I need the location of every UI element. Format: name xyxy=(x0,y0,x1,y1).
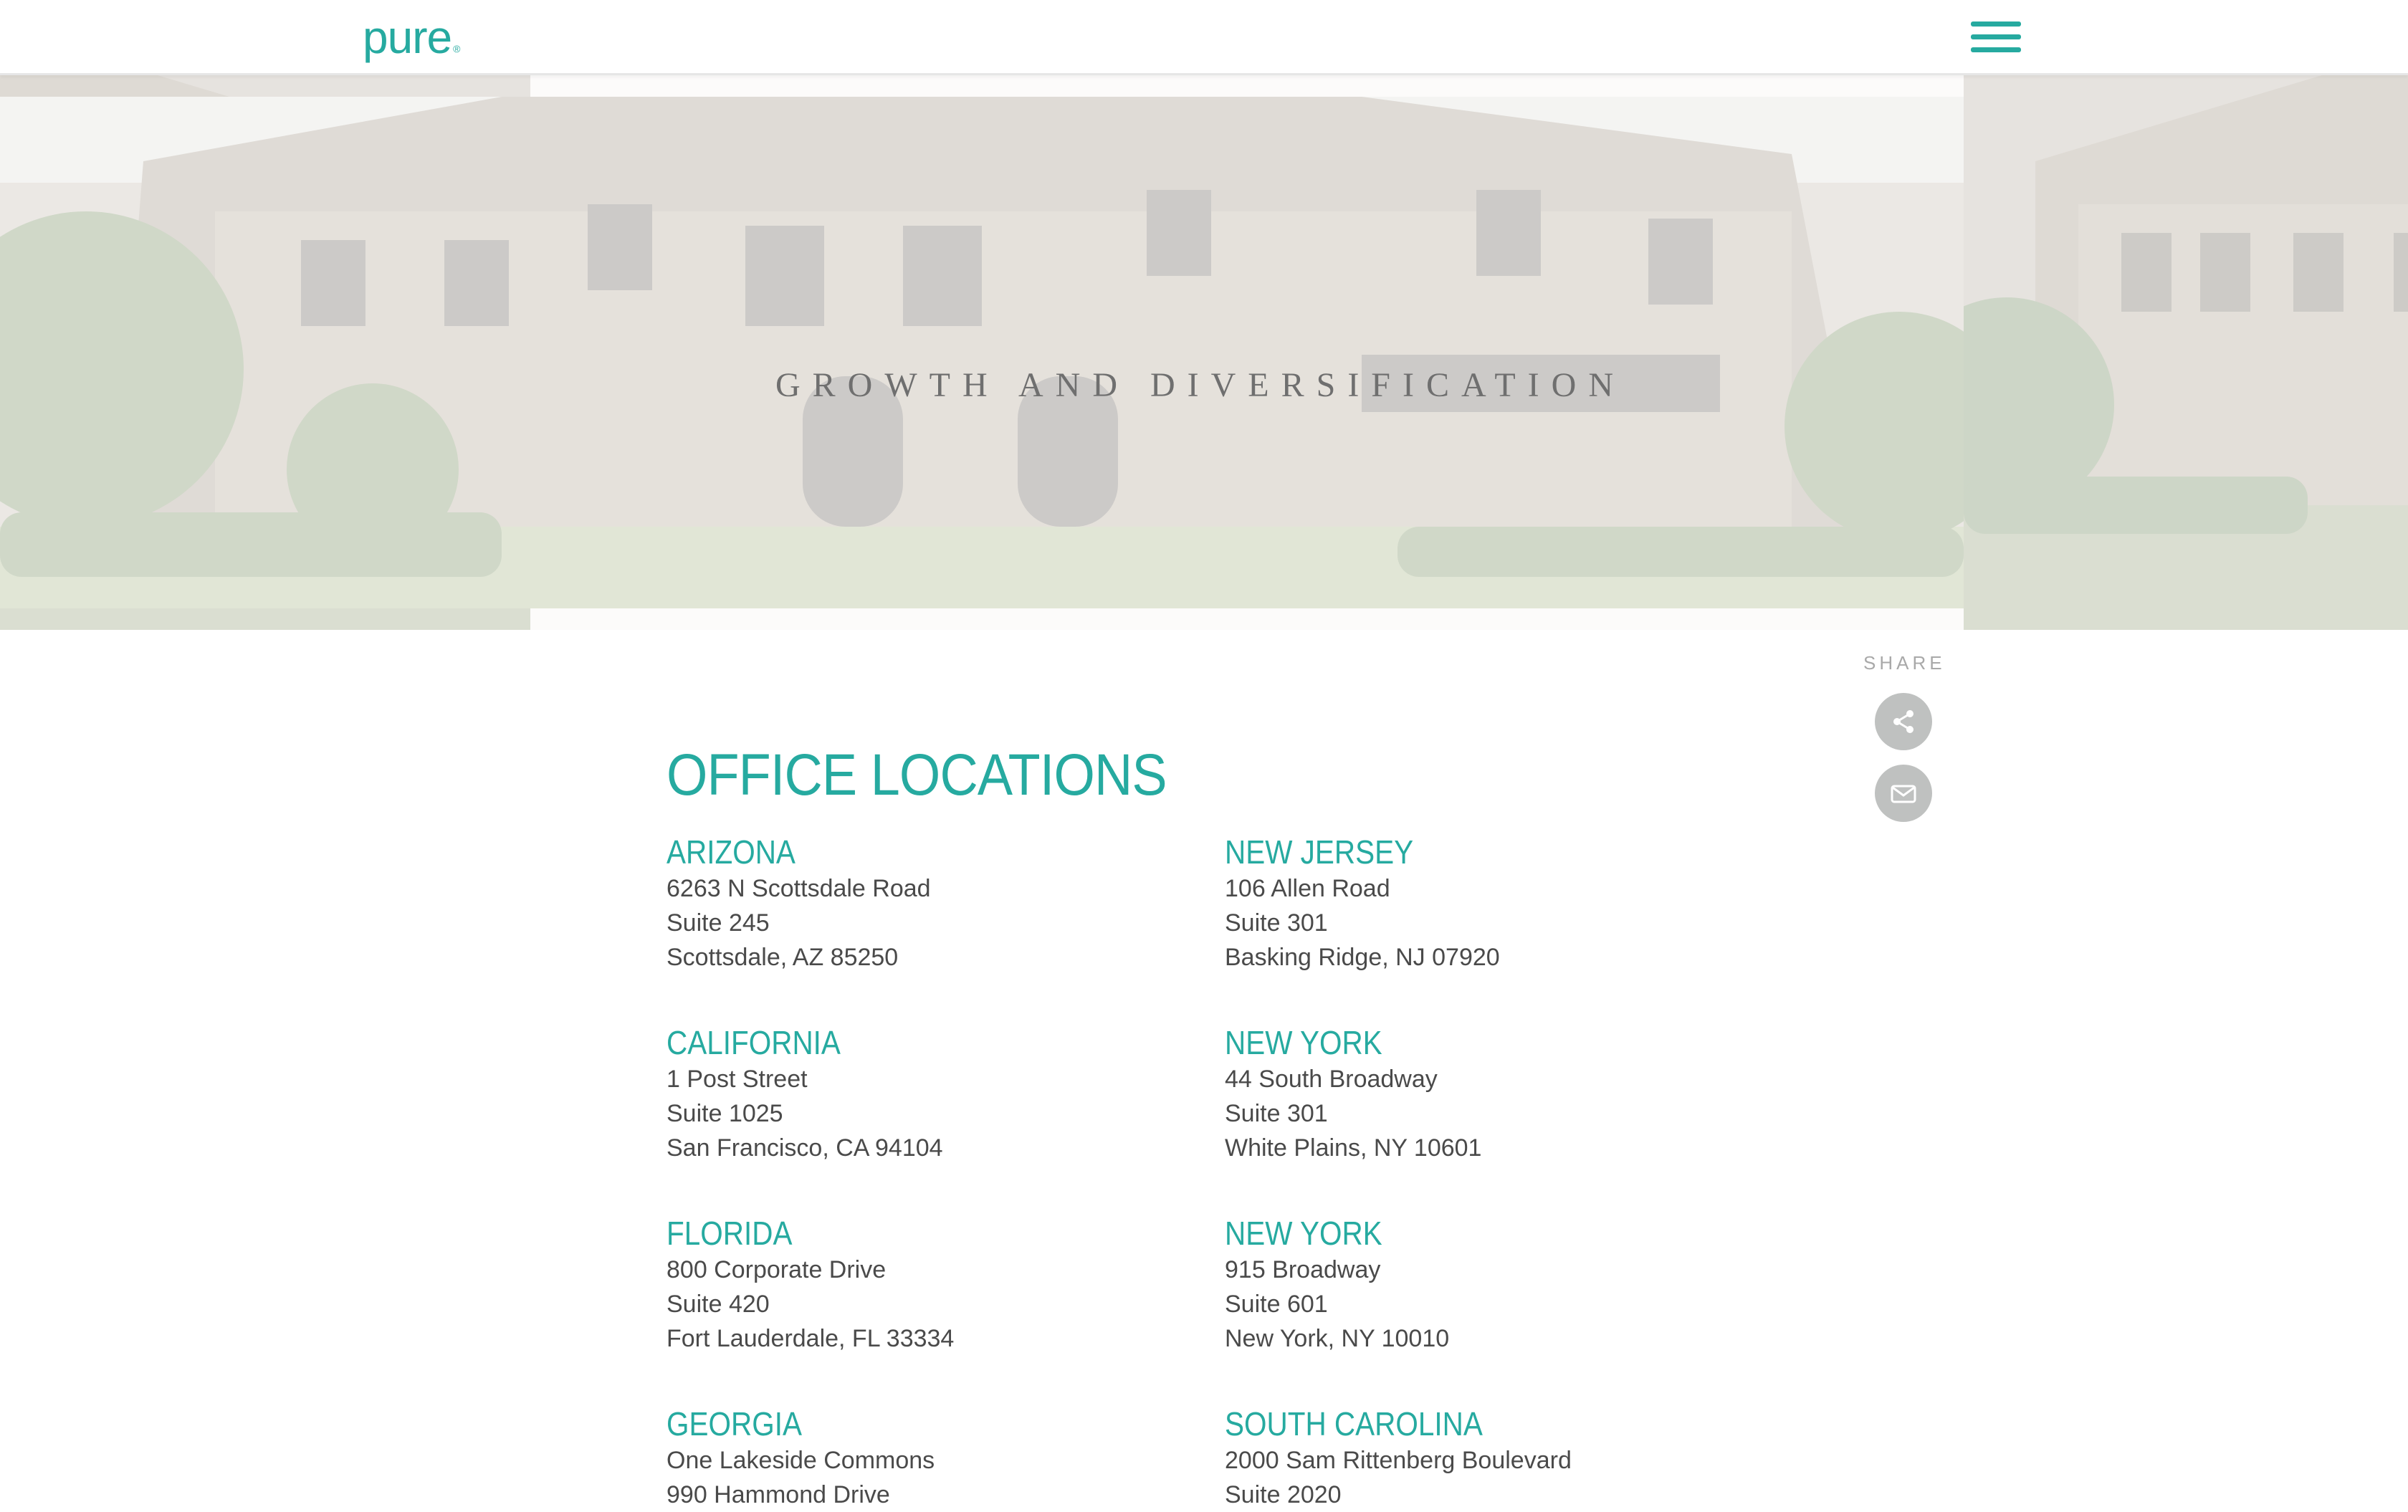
location-state: SOUTH CAROLINA xyxy=(1225,1405,1483,1442)
logo-registered-mark: ® xyxy=(453,43,460,54)
location-state: GEORGIA xyxy=(666,1405,802,1442)
location-state: NEW YORK xyxy=(1225,1215,1382,1252)
site-header: pure ® xyxy=(0,0,2408,75)
page-heading: OFFICE LOCATIONS xyxy=(666,742,1167,808)
address-line: Suite 1025 xyxy=(666,1100,783,1127)
location-new-jersey: NEW JERSEY 106 Allen Road Suite 301 Bask… xyxy=(1225,833,1741,975)
share-label: SHARE xyxy=(1863,652,1946,674)
address-line: 2000 Sam Rittenberg Boulevard xyxy=(1225,1447,1572,1474)
location-state: CALIFORNIA xyxy=(666,1024,841,1061)
hero-banner: GROWTH AND DIVERSIFICATION xyxy=(0,75,2408,630)
location-arizona: ARIZONA 6263 N Scottsdale Road Suite 245… xyxy=(666,833,1182,975)
address-line: 6263 N Scottsdale Road xyxy=(666,875,931,902)
location-state: NEW YORK xyxy=(1225,1024,1382,1061)
envelope-icon xyxy=(1891,785,1916,803)
address-line: Suite 301 xyxy=(1225,909,1328,937)
location-florida: FLORIDA 800 Corporate Drive Suite 420 Fo… xyxy=(666,1214,1182,1356)
menu-bar xyxy=(1971,21,2021,27)
hero-title: GROWTH AND DIVERSIFICATION xyxy=(775,366,1625,404)
address-line: 106 Allen Road xyxy=(1225,875,1390,902)
address-line: Suite 301 xyxy=(1225,1100,1328,1127)
hamburger-menu-icon[interactable] xyxy=(1971,21,2021,53)
menu-bar xyxy=(1971,34,2021,39)
address-line: 990 Hammond Drive xyxy=(666,1481,890,1508)
share-icon xyxy=(1893,710,1914,733)
location-new-york-new-york: NEW YORK 915 Broadway Suite 601 New York… xyxy=(1225,1214,1741,1356)
address-line: 915 Broadway xyxy=(1225,1256,1381,1283)
location-south-carolina: SOUTH CAROLINA 2000 Sam Rittenberg Boule… xyxy=(1225,1405,1741,1512)
email-share-button[interactable] xyxy=(1875,765,1932,822)
address-line: Suite 245 xyxy=(666,909,770,937)
pure-logo[interactable]: pure ® xyxy=(363,10,460,64)
address-line: Basking Ridge, NJ 07920 xyxy=(1225,944,1500,971)
location-new-york-white-plains: NEW YORK 44 South Broadway Suite 301 Whi… xyxy=(1225,1023,1741,1165)
logo-text: pure xyxy=(363,11,452,63)
location-georgia: GEORGIA One Lakeside Commons 990 Hammond… xyxy=(666,1405,1182,1512)
location-state: NEW JERSEY xyxy=(1225,833,1414,871)
menu-bar xyxy=(1971,47,2021,52)
address-line: Suite 601 xyxy=(1225,1291,1328,1318)
share-button[interactable] xyxy=(1875,693,1932,750)
address-line: One Lakeside Commons xyxy=(666,1447,935,1474)
address-line: New York, NY 10010 xyxy=(1225,1325,1450,1352)
location-california: CALIFORNIA 1 Post Street Suite 1025 San … xyxy=(666,1023,1182,1165)
address-line: 800 Corporate Drive xyxy=(666,1256,887,1283)
address-line: Fort Lauderdale, FL 33334 xyxy=(666,1325,955,1352)
address-line: San Francisco, CA 94104 xyxy=(666,1134,943,1162)
address-line: Scottsdale, AZ 85250 xyxy=(666,944,899,971)
hero-overlay xyxy=(0,75,2408,630)
address-line: 44 South Broadway xyxy=(1225,1066,1438,1093)
address-line: Suite 2020 xyxy=(1225,1481,1342,1508)
location-state: ARIZONA xyxy=(666,833,796,871)
location-state: FLORIDA xyxy=(666,1215,793,1252)
address-line: 1 Post Street xyxy=(666,1066,808,1093)
address-line: White Plains, NY 10601 xyxy=(1225,1134,1482,1162)
address-line: Suite 420 xyxy=(666,1291,770,1318)
